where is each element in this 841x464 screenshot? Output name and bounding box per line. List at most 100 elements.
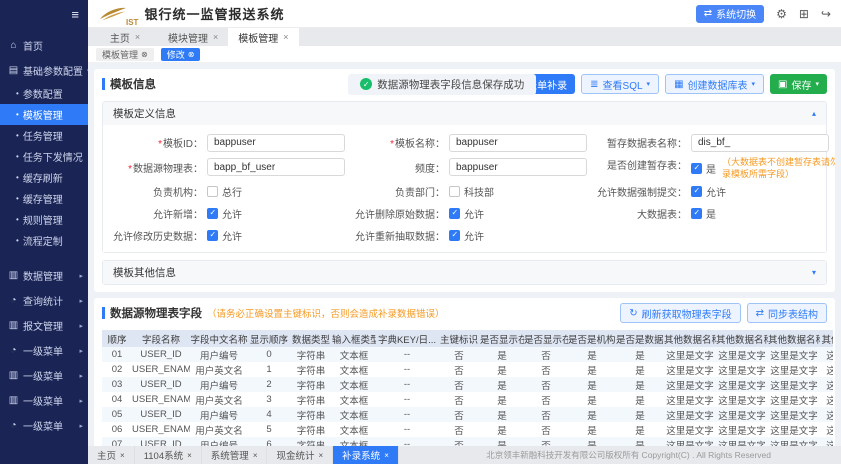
action-button[interactable]: ≣ 查看SQL ▾ (581, 74, 659, 94)
column-header[interactable]: 数据类型 (290, 330, 332, 347)
create-staging-checkbox[interactable] (691, 163, 702, 174)
close-icon[interactable]: × (253, 451, 258, 460)
checkbox-label: 是 (706, 161, 716, 176)
fullscreen-icon[interactable]: ⊞ (799, 8, 809, 20)
table-row[interactable]: 06 USER_ENAME 用户英文名 5 字符串 文本框 -- 否 是 否 (102, 422, 833, 437)
action-button[interactable]: ↻ 刷新获取物理表字段 (620, 303, 740, 323)
allow-modify-history-checkbox[interactable] (207, 230, 218, 241)
sidebar-item[interactable]: ⌂ 首页 (0, 32, 88, 58)
table-row[interactable]: 07 USER_ID 用户编号 6 字符串 文本框 -- 否 是 否 (102, 437, 833, 446)
close-icon[interactable]: × (120, 451, 125, 460)
template-other-header[interactable]: 模板其他信息 ▾ (103, 261, 826, 284)
sidebar-item[interactable]: ▥ 数据管理 ▸ (0, 263, 88, 288)
template-id-input[interactable] (207, 134, 345, 152)
physical-table-input[interactable] (207, 158, 345, 176)
column-header[interactable]: 输入框类型 (332, 330, 376, 347)
close-icon[interactable]: × (384, 451, 389, 460)
sidebar-item[interactable]: ▥ 一级菜单 ▸ (0, 388, 88, 413)
system-switch-button[interactable]: ⇄ 系统切换 (696, 5, 764, 23)
close-icon[interactable]: × (187, 451, 192, 460)
sidebar-item[interactable]: • 任务管理 (0, 125, 88, 146)
sidebar-item[interactable]: • 任务下发情况 (0, 146, 88, 167)
logout-icon[interactable]: ↪ (821, 8, 831, 20)
checkbox-label: 允许 (222, 206, 242, 221)
top-tab[interactable]: 主页 × (92, 28, 158, 46)
action-button[interactable]: ▦ 创建数据库表 ▾ (665, 74, 764, 94)
main-column: IST 银行统一监管报送系统 ⇄ 系统切换 ⚙ ⊞ ↪ 主页 × (88, 0, 841, 464)
force-submit-checkbox[interactable] (691, 186, 702, 197)
column-header[interactable]: 其他数据名称 (716, 330, 768, 347)
table-row[interactable]: 02 USER_ENAME 用户英文名 1 字符串 文本框 -- 否 是 否 (102, 362, 833, 377)
staging-table-name-input[interactable] (691, 134, 829, 152)
column-header[interactable]: 字典KEY/日... (376, 330, 438, 347)
close-circle-icon[interactable]: ⊗ (141, 50, 148, 59)
template-define-header[interactable]: 模板定义信息 ▴ (103, 102, 826, 125)
sidebar-item[interactable]: • 模板管理 (0, 104, 88, 125)
sidebar-item[interactable]: • 缓存刷新 (0, 167, 88, 188)
sidebar-item[interactable]: ◔ 一级菜单 ▸ (0, 338, 88, 363)
column-header[interactable]: 是否显示在... (480, 330, 524, 347)
field-label: 允许数据强制提交： (587, 184, 691, 199)
allow-re-extract-checkbox[interactable] (449, 230, 460, 241)
collapse-icon[interactable]: ▴ (812, 109, 816, 118)
template-name-input[interactable] (449, 134, 587, 152)
sidebar-item[interactable]: • 缓存管理 (0, 188, 88, 209)
breadcrumb-chip[interactable]: 修改 ⊗ (161, 48, 201, 61)
button-label: 刷新获取物理表字段 (642, 306, 732, 321)
dept-checkbox[interactable] (449, 186, 460, 197)
sidebar-item-icon: ◔ (8, 345, 19, 356)
table-row[interactable]: 04 USER_ENAME 用户英文名 3 字符串 文本框 -- 否 是 否 (102, 392, 833, 407)
column-header[interactable]: 顺序 (102, 330, 132, 347)
frequency-input[interactable] (449, 158, 587, 176)
top-tab[interactable]: 模板管理 × (228, 28, 298, 46)
allow-add-checkbox[interactable] (207, 208, 218, 219)
close-icon[interactable]: × (319, 451, 324, 460)
sidebar-item-label: 模板管理 (23, 107, 63, 122)
table-row[interactable]: 05 USER_ID 用户编号 4 字符串 文本框 -- 否 是 否 (102, 407, 833, 422)
cell-show-in-1: 是 (480, 362, 524, 377)
close-circle-icon[interactable]: ⊗ (188, 50, 195, 59)
org-checkbox[interactable] (207, 186, 218, 197)
column-header[interactable]: 主键标识 (438, 330, 480, 347)
big-table-checkbox[interactable] (691, 208, 702, 219)
sidebar-item[interactable]: • 流程定制 (0, 230, 88, 251)
close-icon[interactable]: × (213, 32, 218, 42)
column-header[interactable]: 是否是数据... (616, 330, 664, 347)
breadcrumb-chip[interactable]: 模板管理 ⊗ (96, 48, 154, 61)
column-header[interactable]: 是否显示在... (524, 330, 568, 347)
column-header[interactable]: 其他数据名称 (820, 330, 833, 347)
sidebar-item[interactable]: • 规则管理 (0, 209, 88, 230)
allow-delete-checkbox[interactable] (449, 208, 460, 219)
sidebar-item[interactable]: ▥ 一级菜单 ▸ (0, 363, 88, 388)
hamburger-icon[interactable]: ≡ (71, 7, 79, 22)
sidebar-item[interactable]: ▥ 报文管理 ▸ (0, 313, 88, 338)
column-header[interactable]: 字段名称 (132, 330, 190, 347)
close-icon[interactable]: × (283, 32, 288, 42)
footer-tab[interactable]: 现金统计 × (267, 446, 333, 464)
cell-other-1: 这里是文字 (664, 437, 716, 446)
close-icon[interactable]: × (135, 32, 140, 42)
column-header[interactable]: 是否是机构... (568, 330, 616, 347)
footer-tab[interactable]: 主页 × (88, 446, 135, 464)
cell-primary-key: 否 (438, 437, 480, 446)
field-label: 允许重新抽取数据： (345, 228, 449, 243)
column-header[interactable]: 其他数据名称 (768, 330, 820, 347)
collapse-icon[interactable]: ▾ (812, 268, 816, 277)
footer-tab[interactable]: 系统管理 × (202, 446, 268, 464)
column-header[interactable]: 显示顺序 (248, 330, 290, 347)
column-header[interactable]: 其他数据名称 (664, 330, 716, 347)
column-header[interactable]: 字段中文名称 (190, 330, 248, 347)
table-row[interactable]: 03 USER_ID 用户编号 2 字符串 文本框 -- 否 是 否 (102, 377, 833, 392)
sidebar-item[interactable]: ▤ 基础参数配置 ▾ (0, 58, 88, 83)
action-button[interactable]: ▣ 保存 ▾ (770, 74, 827, 94)
sidebar-item[interactable]: ◔ 查询统计 ▸ (0, 288, 88, 313)
footer-tab[interactable]: 补录系统 × (333, 446, 399, 464)
sidebar-item[interactable]: ◔ 一级菜单 ▸ (0, 413, 88, 438)
footer-tab[interactable]: 1104系统 × (135, 446, 202, 464)
top-tab[interactable]: 模块管理 × (158, 28, 228, 46)
gear-icon[interactable]: ⚙ (776, 8, 787, 20)
cell-order: 01 (102, 347, 132, 362)
action-button[interactable]: ⇄ 同步表结构 (747, 303, 827, 323)
table-row[interactable]: 01 USER_ID 用户编号 0 字符串 文本框 -- 否 是 否 (102, 347, 833, 362)
sidebar-item[interactable]: • 参数配置 (0, 83, 88, 104)
